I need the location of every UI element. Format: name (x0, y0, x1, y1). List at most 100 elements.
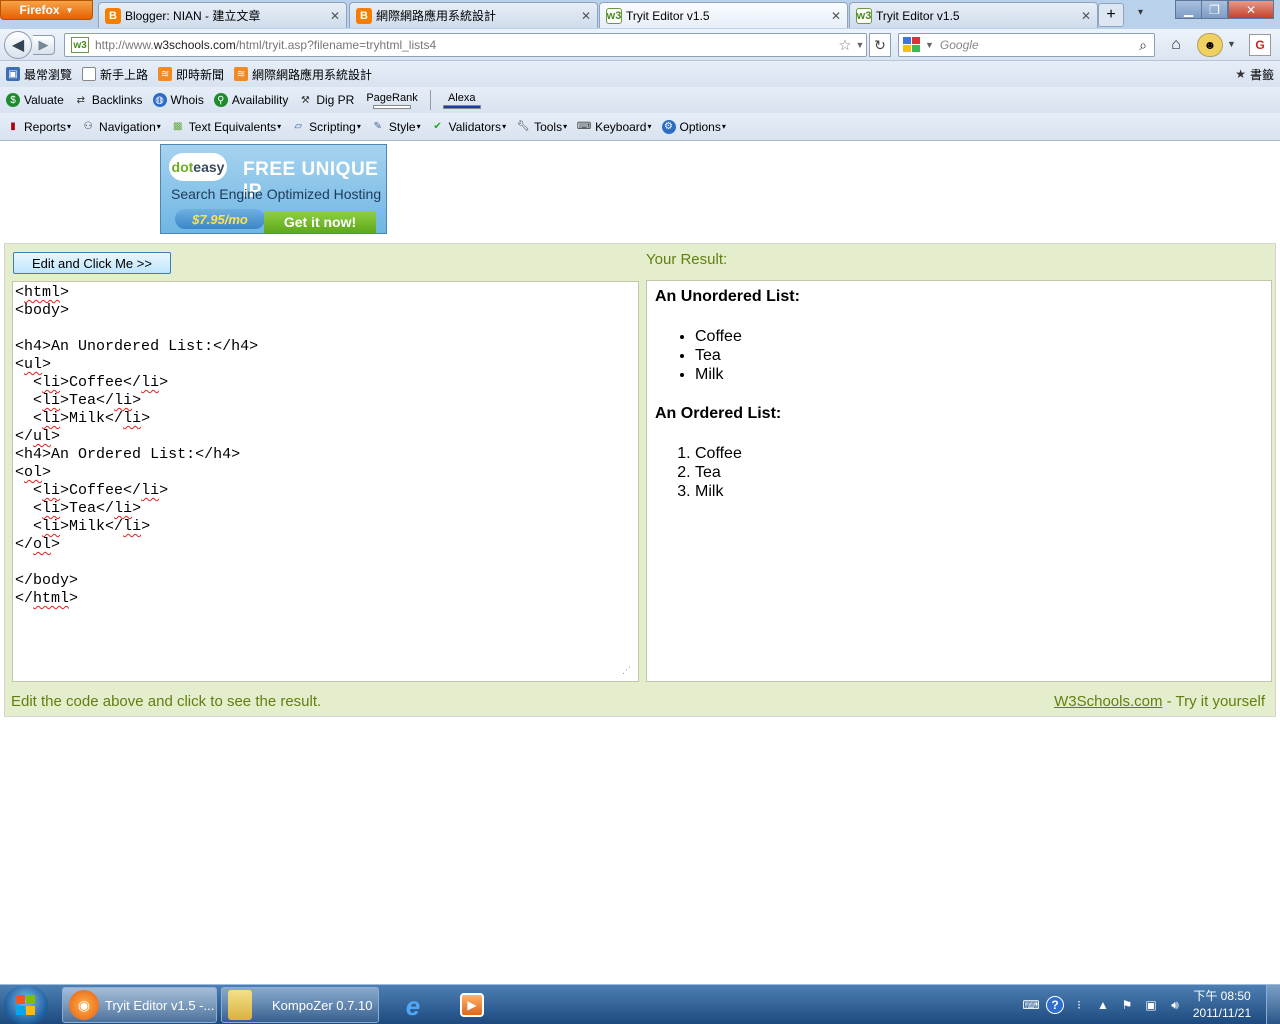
blogger-icon: B (356, 7, 372, 24)
edit-and-click-button[interactable]: Edit and Click Me >> (13, 252, 171, 274)
list-item: Tea (695, 346, 1263, 365)
hosting-advertisement[interactable]: dot easy FREE UNIQUE IP Search Engine Opt… (160, 144, 387, 234)
style-menu[interactable]: ✎ Style ▾ (371, 120, 421, 134)
url-bar[interactable]: w3 http://www.w3schools.com/html/tryit.a… (64, 33, 867, 57)
clock-date: 2011/11/21 (1192, 1006, 1252, 1020)
google-icon (903, 37, 921, 53)
restore-window-button[interactable]: ❐ (1201, 0, 1228, 19)
history-dropdown-icon[interactable]: ▼ (854, 40, 866, 50)
w3schools-link[interactable]: W3Schools.com (1054, 693, 1162, 710)
ad-cta-button[interactable]: Get it now! (264, 211, 376, 233)
navigation-toolbar: ◀ ▶ w3 http://www.w3schools.com/html/try… (0, 29, 1280, 61)
tools-menu[interactable]: 🔧︎ Tools ▾ (516, 120, 567, 134)
close-icon[interactable]: ✕ (581, 9, 591, 23)
close-icon[interactable]: ✕ (330, 9, 340, 23)
chevron-down-icon[interactable]: ▼ (1227, 39, 1236, 49)
result-heading: Your Result: (646, 251, 728, 268)
dig-pr-button[interactable]: ⚒ Dig PR (298, 93, 355, 107)
reload-button[interactable]: ↻ (869, 33, 891, 57)
bookmark-latest-news[interactable]: ≋ 即時新聞 (158, 66, 224, 83)
tab-tryit-active[interactable]: w3 Tryit Editor v1.5 ✕ (599, 2, 848, 28)
footer-credit: W3Schools.com - Try it yourself (1054, 693, 1265, 710)
network-icon[interactable]: ▣ (1142, 996, 1160, 1014)
availability-label: Availability (231, 93, 289, 107)
scripting-icon: ▱ (294, 121, 303, 132)
bookmark-course-blog[interactable]: ≋ 網際網路應用系統設計 (234, 66, 372, 83)
options-menu[interactable]: ⚙ Options ▾ (661, 119, 726, 134)
ad-price: $7.95/mo (175, 209, 265, 229)
backlinks-button[interactable]: ⇄ Backlinks (74, 93, 143, 107)
alexa-label: Alexa (447, 91, 476, 104)
unordered-list-heading: An Unordered List: (655, 288, 800, 305)
scripting-menu[interactable]: ▱ Scripting ▾ (291, 120, 361, 134)
new-tab-button[interactable]: + (1098, 3, 1124, 27)
bookmark-label: 最常瀏覽 (24, 67, 73, 82)
extension-g-icon[interactable]: G (1249, 34, 1271, 56)
text-equivalents-menu[interactable]: ▩ Text Equivalents ▾ (171, 120, 281, 134)
navigation-icon: ⚇ (83, 121, 93, 132)
internet-explorer-icon[interactable]: e (392, 989, 434, 1023)
close-icon[interactable]: ✕ (1081, 9, 1091, 23)
pagerank-indicator[interactable]: PageRank (366, 91, 418, 109)
url-text[interactable]: http://www.w3schools.com/html/tryit.asp?… (95, 38, 836, 52)
windows-logo-icon (16, 995, 36, 1015)
url-domain: w3schools.com (153, 38, 236, 52)
url-path: /html/tryit.asp?filename=tryhtml_lists4 (235, 38, 437, 52)
bookmarks-menu-label: 書籤 (1249, 67, 1274, 82)
validators-menu[interactable]: ✔ Validators ▾ (431, 120, 506, 134)
seo-toolbar: $ Valuate ⇄ Backlinks ◍ Whois ⚲ Availabi… (0, 87, 1280, 113)
tab-list-dropdown-icon[interactable]: ▾ (1138, 7, 1143, 18)
keyboard-icon[interactable]: ⌨ (1022, 996, 1040, 1014)
firefox-menu-button[interactable]: Firefox ▼ (0, 0, 93, 20)
minimize-window-button[interactable]: ▁ (1175, 0, 1202, 19)
show-hidden-icons-icon[interactable]: ▲ (1094, 996, 1112, 1014)
navigation-menu[interactable]: ⚇ Navigation ▾ (81, 120, 161, 134)
ordered-list: Coffee Tea Milk (695, 444, 1263, 501)
keyboard-menu[interactable]: ⌨ Keyboard ▾ (577, 120, 652, 134)
pagerank-label: PageRank (366, 91, 418, 104)
taskbar-label: KompoZer 0.7.10 (272, 997, 373, 1013)
search-icon[interactable]: ⌕ (1132, 37, 1154, 54)
media-player-icon[interactable]: ▶ (455, 990, 489, 1020)
reports-menu[interactable]: ▮ Reports ▾ (6, 120, 71, 134)
search-input[interactable]: Google (940, 38, 1132, 52)
close-icon[interactable]: ✕ (831, 9, 841, 23)
forward-button[interactable]: ▶ (33, 35, 55, 55)
whois-button[interactable]: ◍ Whois (152, 93, 204, 107)
start-button[interactable] (4, 986, 48, 1024)
bookmark-getting-started[interactable]: 新手上路 (82, 66, 148, 83)
dig-icon: ⚒ (300, 94, 310, 106)
tab-tryit[interactable]: w3 Tryit Editor v1.5 ✕ (849, 2, 1098, 28)
code-editor[interactable]: <html> <body> <h4>An Unordered List:</h4>… (12, 281, 639, 682)
bookmarks-menu-button[interactable]: ★ 書籤 (1235, 66, 1274, 83)
code-line: <li>Milk</li> (15, 410, 151, 427)
tab-blogger-post[interactable]: B Blogger: NIAN - 建立文章 ✕ (98, 2, 347, 28)
web-developer-toolbar: ▮ Reports ▾ ⚇ Navigation ▾ ▩ Text Equivale… (0, 113, 1280, 141)
greasemonkey-icon[interactable]: ☻ (1197, 33, 1223, 57)
logo-part1: dot (171, 159, 194, 175)
w3schools-icon: w3 (71, 37, 89, 53)
tab-blogger-course[interactable]: B 網際網路應用系統設計 ✕ (349, 2, 598, 28)
home-button[interactable]: ⌂ (1163, 34, 1189, 56)
dollar-icon: $ (6, 93, 20, 107)
valuate-button[interactable]: $ Valuate (6, 93, 64, 107)
input-method-icon[interactable]: ⁝ (1070, 996, 1088, 1014)
alexa-indicator[interactable]: Alexa (442, 91, 481, 109)
taskbar-firefox[interactable]: ◉ Tryit Editor v1.5 -... (62, 987, 217, 1023)
show-desktop-button[interactable] (1266, 985, 1280, 1024)
search-box[interactable]: ▼ Google ⌕ (898, 33, 1155, 57)
globe-icon: ◍ (152, 93, 167, 107)
action-center-flag-icon[interactable]: ⚑ (1118, 996, 1136, 1014)
availability-button[interactable]: ⚲ Availability (213, 93, 289, 107)
search-engine-dropdown-icon[interactable]: ▼ (925, 40, 934, 50)
bookmark-star-icon[interactable]: ☆ (836, 36, 854, 54)
resize-grip-icon[interactable]: ⋰ (622, 665, 634, 677)
bookmark-most-visited[interactable]: ▣ 最常瀏覽 (6, 66, 72, 83)
back-button[interactable]: ◀ (4, 31, 32, 59)
taskbar-kompozer[interactable]: KompoZer 0.7.10 (221, 987, 379, 1023)
clock[interactable]: 下午 08:50 2011/11/21 (1188, 988, 1256, 1022)
help-icon[interactable]: ? (1046, 996, 1064, 1014)
close-window-button[interactable]: ✕ (1228, 0, 1274, 19)
volume-icon[interactable]: 🔊︎ (1166, 996, 1184, 1014)
